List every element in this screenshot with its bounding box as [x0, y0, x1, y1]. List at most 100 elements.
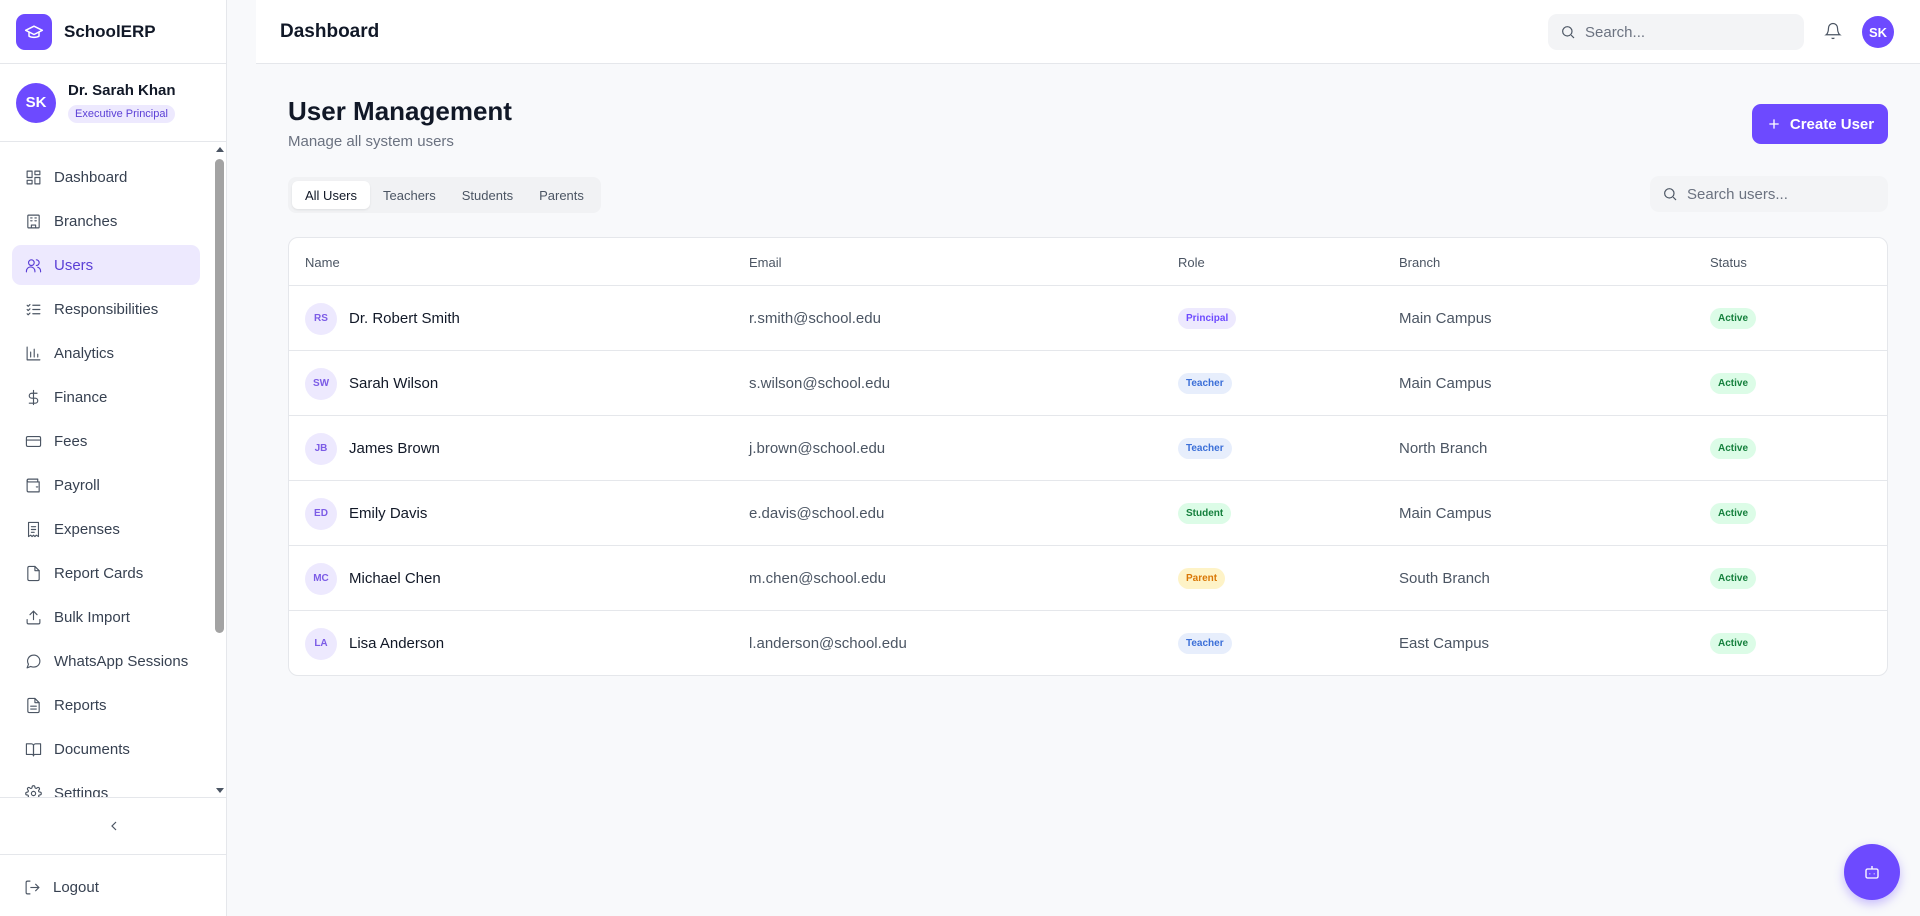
tab-teachers[interactable]: Teachers: [370, 181, 449, 209]
status-cell: Active: [1710, 611, 1757, 675]
dollar-icon: [24, 388, 42, 406]
role-cell: Principal: [1178, 286, 1237, 351]
logout-button[interactable]: Logout: [12, 867, 212, 907]
role-cell: Parent: [1178, 546, 1226, 611]
tab-parents[interactable]: Parents: [526, 181, 597, 209]
user-email: m.chen@school.edu: [749, 570, 886, 587]
sidebar-item-label: Branches: [54, 212, 118, 230]
role-badge: Teacher: [1178, 633, 1232, 654]
sidebar-item-analytics[interactable]: Analytics: [12, 333, 200, 373]
gear-icon: [24, 784, 42, 797]
scroll-down-arrow-icon[interactable]: [216, 788, 224, 793]
role-badge: Parent: [1178, 568, 1226, 589]
user-email: s.wilson@school.edu: [749, 375, 891, 392]
column-header-name[interactable]: Name: [305, 255, 340, 270]
assistant-bot-button[interactable]: [1844, 844, 1900, 900]
user-email: j.brown@school.edu: [749, 440, 886, 457]
top-header: Dashboard SK: [256, 0, 1920, 64]
sidebar-item-payroll[interactable]: Payroll: [12, 465, 200, 505]
user-initials-avatar: MC: [305, 562, 337, 595]
tab-all-users[interactable]: All Users: [292, 181, 371, 209]
search-icon: [1664, 188, 1677, 201]
wallet-icon: [24, 476, 42, 494]
sidebar-item-label: Finance: [54, 388, 108, 406]
collapse-sidebar-button[interactable]: [0, 797, 227, 855]
user-branch: North Branch: [1399, 440, 1488, 457]
upload-icon: [24, 608, 42, 626]
table-row[interactable]: RS Dr. Robert Smith r.smith@school.edu Prin…: [289, 286, 1887, 351]
search-icon: [1562, 26, 1575, 39]
table-row[interactable]: SW Sarah Wilson s.wilson@school.edu Teacher…: [289, 351, 1887, 416]
sidebar-scrollbar[interactable]: [213, 143, 226, 797]
role-cell: Teacher: [1178, 611, 1232, 675]
name-cell: SW Sarah Wilson: [305, 351, 438, 416]
table-row[interactable]: ED Emily Davis e.davis@school.edu Student Ma…: [289, 481, 1887, 546]
status-badge: Active: [1710, 308, 1757, 329]
user-name: James Brown: [349, 440, 440, 457]
status-cell: Active: [1710, 286, 1757, 351]
table-search[interactable]: [1650, 176, 1888, 212]
global-search-input[interactable]: [1585, 23, 1785, 41]
page-title: User Management: [288, 96, 512, 126]
sidebar-item-finance[interactable]: Finance: [12, 377, 200, 417]
status-cell: Active: [1710, 481, 1757, 546]
list-check-icon: [24, 300, 42, 318]
sidebar-item-label: Documents: [54, 740, 130, 758]
user-email: e.davis@school.edu: [749, 505, 885, 522]
status-badge: Active: [1710, 373, 1757, 394]
tab-students[interactable]: Students: [449, 181, 526, 209]
sidebar-item-reports[interactable]: Reports: [12, 685, 200, 725]
user-email: r.smith@school.edu: [749, 310, 881, 327]
name-cell: JB James Brown: [305, 416, 440, 481]
bell-icon: [1824, 22, 1842, 40]
document-icon: [24, 564, 42, 582]
role-cell: Teacher: [1178, 416, 1232, 481]
sidebar-item-bulk-import[interactable]: Bulk Import: [12, 597, 200, 637]
sidebar-item-documents[interactable]: Documents: [12, 729, 200, 769]
credit-card-icon: [24, 432, 42, 450]
sidebar-item-responsibilities[interactable]: Responsibilities: [12, 289, 200, 329]
sidebar-item-label: Reports: [54, 696, 107, 714]
role-badge: Teacher: [1178, 373, 1232, 394]
column-header-role[interactable]: Role: [1178, 255, 1205, 270]
sidebar-item-settings[interactable]: Settings: [12, 773, 200, 797]
sidebar-item-label: WhatsApp Sessions: [54, 652, 189, 670]
sidebar-item-dashboard[interactable]: Dashboard: [12, 157, 200, 197]
create-user-button[interactable]: Create User: [1752, 104, 1888, 144]
sidebar-item-label: Responsibilities: [54, 300, 159, 318]
table-row[interactable]: MC Michael Chen m.chen@school.edu Parent Sou…: [289, 546, 1887, 611]
sidebar-item-report-cards[interactable]: Report Cards: [12, 553, 200, 593]
column-header-branch[interactable]: Branch: [1399, 255, 1440, 270]
sidebar-item-branches[interactable]: Branches: [12, 201, 200, 241]
sidebar-item-fees[interactable]: Fees: [12, 421, 200, 461]
user-name: Emily Davis: [349, 505, 428, 522]
user-name: Sarah Wilson: [349, 375, 439, 392]
user-name: Lisa Anderson: [349, 635, 445, 652]
table-row[interactable]: LA Lisa Anderson l.anderson@school.edu Teac…: [289, 611, 1887, 675]
sidebar-item-label: Fees: [54, 432, 88, 450]
name-cell: RS Dr. Robert Smith: [305, 286, 460, 351]
search-users-input[interactable]: [1687, 185, 1887, 203]
scroll-up-arrow-icon[interactable]: [216, 147, 224, 152]
notifications-button[interactable]: [1824, 22, 1844, 42]
brand[interactable]: SchoolERP: [0, 0, 226, 64]
user-initials-avatar: ED: [305, 497, 337, 530]
sidebar-item-whatsapp-sessions[interactable]: WhatsApp Sessions: [12, 641, 200, 681]
user-filter-tabs: All Users Teachers Students Parents: [288, 177, 601, 213]
column-header-status[interactable]: Status: [1710, 255, 1747, 270]
chat-icon: [24, 652, 42, 670]
user-avatar-button[interactable]: SK: [1862, 16, 1894, 48]
sidebar-item-expenses[interactable]: Expenses: [12, 509, 200, 549]
sidebar-item-users[interactable]: Users: [12, 245, 200, 285]
logout-label: Logout: [53, 878, 99, 896]
status-cell: Active: [1710, 416, 1757, 481]
global-search[interactable]: [1548, 14, 1804, 50]
profile-name: Dr. Sarah Khan: [68, 82, 176, 99]
chevron-left-icon: [110, 821, 116, 831]
sidebar-item-label: Users: [54, 256, 94, 274]
table-row[interactable]: JB James Brown j.brown@school.edu Teacher No…: [289, 416, 1887, 481]
scroll-thumb[interactable]: [215, 159, 224, 633]
book-icon: [24, 740, 42, 758]
column-header-email[interactable]: Email: [749, 255, 782, 270]
users-icon: [24, 256, 42, 274]
